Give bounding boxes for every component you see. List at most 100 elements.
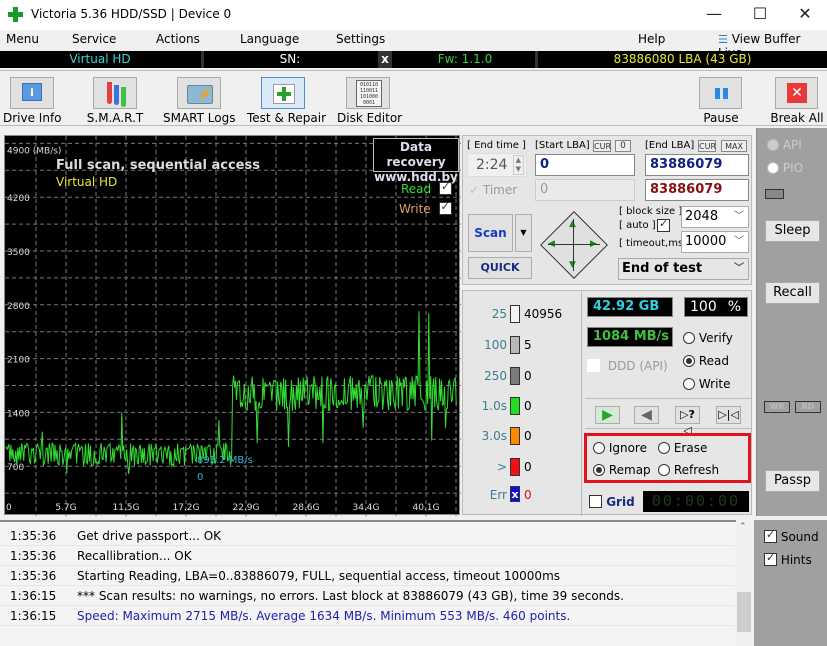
pio-radio[interactable]: PIO xyxy=(767,161,803,175)
play-forward-icon[interactable]: ▶ xyxy=(595,406,620,424)
butterfly-icon[interactable]: ▷|◁ xyxy=(716,406,741,424)
list-icon: ☰ xyxy=(718,33,728,46)
check-icon: ✓ xyxy=(469,183,480,197)
spinner-arrows-icon[interactable]: ▲ ▼ xyxy=(512,155,524,175)
disk-editor-button[interactable]: 010110 110011 101000 0001 Disk Editor xyxy=(337,75,403,127)
activity-indicator xyxy=(765,189,784,199)
menu-actions[interactable]: Actions xyxy=(156,32,200,46)
scan-dropdown-icon[interactable]: ▼ xyxy=(515,214,532,252)
start-cur-button[interactable]: CUR xyxy=(593,140,611,152)
play-backward-icon[interactable]: ◀ xyxy=(634,406,659,424)
end-action-select[interactable]: End of test ﹀ xyxy=(618,258,749,280)
break-all-button[interactable]: ✕ Break All xyxy=(770,75,824,127)
menu-settings[interactable]: Settings xyxy=(336,32,385,46)
sound-checkbox[interactable]: Sound xyxy=(764,528,819,544)
mode-write[interactable]: Write xyxy=(683,377,731,391)
latency-swatch xyxy=(510,458,520,476)
latency-swatch xyxy=(510,305,520,323)
end-max-button[interactable]: MAX xyxy=(721,140,747,152)
start-zero-button[interactable]: 0 xyxy=(615,140,631,152)
disk-editor-label: Disk Editor xyxy=(337,111,403,125)
latency-swatch xyxy=(510,367,520,385)
log-scrollbar-thumb[interactable] xyxy=(737,592,751,632)
smart-logs-button[interactable]: SMART Logs xyxy=(163,75,235,127)
action-remap[interactable]: Remap xyxy=(593,463,651,477)
cursor-speed-readout: 895.2 MB/s xyxy=(197,455,253,466)
timer-checkbox[interactable]: ✓ Timer xyxy=(469,183,517,197)
action-ignore[interactable]: Ignore xyxy=(593,441,647,455)
test-repair-button[interactable]: Test & Repair xyxy=(247,75,326,127)
action-erase[interactable]: Erase xyxy=(658,441,707,455)
read-label: Read xyxy=(698,354,729,368)
info-icon: i xyxy=(10,77,54,109)
error-x-icon: x xyxy=(510,486,520,502)
drive-capacity: 83886080 LBA (43 GB) xyxy=(613,52,752,66)
mode-verify[interactable]: Verify xyxy=(683,331,733,345)
scan-status-panel: 25 40956 100 5 250 0 1.0s 0 3.0s 0 > 0 E… xyxy=(462,290,752,516)
timeout-select[interactable]: 10000 ﹀ xyxy=(681,231,749,253)
elapsed-timer-display: 00:00:00 xyxy=(643,491,749,512)
close-button[interactable]: ✕ xyxy=(782,0,827,30)
sleep-button[interactable]: Sleep xyxy=(765,220,820,242)
log-row: 1:35:36 Starting Reading, LBA=0..83886079… xyxy=(0,566,735,586)
recall-button[interactable]: Recall xyxy=(765,282,820,304)
log-time: 1:36:15 xyxy=(10,609,57,623)
legend-read[interactable]: Read xyxy=(401,180,452,196)
start-lba-input[interactable]: 0 xyxy=(535,154,635,176)
end-cur-button[interactable]: CUR xyxy=(698,140,716,152)
y-tick-label: 2800 xyxy=(7,302,30,312)
first-aid-kit-icon xyxy=(261,77,305,109)
quick-button[interactable]: QUICK xyxy=(468,257,532,279)
action-refresh[interactable]: Refresh xyxy=(658,463,719,477)
bottom-rail: Sound Hints xyxy=(754,520,827,646)
auto-checkbox[interactable] xyxy=(657,217,670,233)
minimize-button[interactable]: — xyxy=(691,0,737,30)
api-radio[interactable]: API xyxy=(767,138,802,152)
x-tick-label: 22.9G xyxy=(232,503,259,513)
maximize-button[interactable]: ☐ xyxy=(737,0,783,30)
menu-help[interactable]: Help xyxy=(638,32,665,46)
menu-service[interactable]: Service xyxy=(72,32,116,46)
latency-label: Err xyxy=(489,488,507,502)
grid-checkbox[interactable]: Grid xyxy=(589,495,635,509)
legend-write-checkbox[interactable] xyxy=(438,200,452,215)
app-cross-icon xyxy=(8,7,23,22)
grid-label: Grid xyxy=(606,495,635,509)
latency-label: 1.0s xyxy=(481,399,507,413)
scan-button[interactable]: Scan xyxy=(468,214,513,252)
ddd-api-checkbox[interactable]: DDD (API) xyxy=(587,359,668,373)
end-lba-input[interactable]: 83886079 xyxy=(645,154,749,176)
hints-checkbox[interactable]: Hints xyxy=(764,551,812,567)
chevron-down-icon: ﹀ xyxy=(734,263,744,274)
latency-swatch xyxy=(510,397,520,415)
close-drive-button[interactable]: x xyxy=(378,51,392,68)
legend-write-label: Write xyxy=(399,202,431,216)
drive-info-button[interactable]: i Drive Info xyxy=(3,75,62,127)
title-bar: Victoria 5.36 HDD/SSD | Device 0 — ☐ ✕ xyxy=(0,0,827,30)
legend-write[interactable]: Write xyxy=(399,200,452,216)
menu-language[interactable]: Language xyxy=(240,32,299,46)
block-size-select[interactable]: 2048 ﹀ xyxy=(681,206,749,228)
latency-row-1s: 1.0s 0 xyxy=(463,397,581,417)
pause-button[interactable]: Pause xyxy=(698,75,744,127)
mode-read[interactable]: Read xyxy=(683,354,729,368)
repair-action-group: Ignore Erase Remap Refresh xyxy=(584,433,751,483)
end-time-spinner[interactable]: 2:24 ▲ ▼ xyxy=(467,153,527,177)
menu-menu[interactable]: Menu xyxy=(6,32,39,46)
divider xyxy=(201,51,204,68)
divider xyxy=(535,51,538,68)
cursor-value-readout: 0 xyxy=(197,472,204,483)
log-message: Starting Reading, LBA=0..83886079, FULL,… xyxy=(77,569,561,583)
smart-button[interactable]: S.M.A.R.T xyxy=(84,75,146,127)
y-tick-label: 2100 xyxy=(7,356,30,366)
random-seek-icon[interactable]: ▷?◁ xyxy=(675,406,700,437)
log-row: 1:35:36 Recallibration... OK xyxy=(0,546,735,566)
block-size-value: 2048 xyxy=(685,209,719,224)
scroll-up-icon[interactable]: ⌃ xyxy=(739,522,747,532)
speed-display: 1084 MB/s xyxy=(587,327,673,347)
legend-read-checkbox[interactable] xyxy=(438,180,452,195)
percent-sign: % xyxy=(727,299,741,315)
latency-count: 0 xyxy=(524,460,532,474)
passport-button[interactable]: Passp xyxy=(765,470,820,492)
scan-parameters-panel: [ End time ] 2:24 ▲ ▼ [Start LBA] CUR 0 [… xyxy=(462,135,752,285)
